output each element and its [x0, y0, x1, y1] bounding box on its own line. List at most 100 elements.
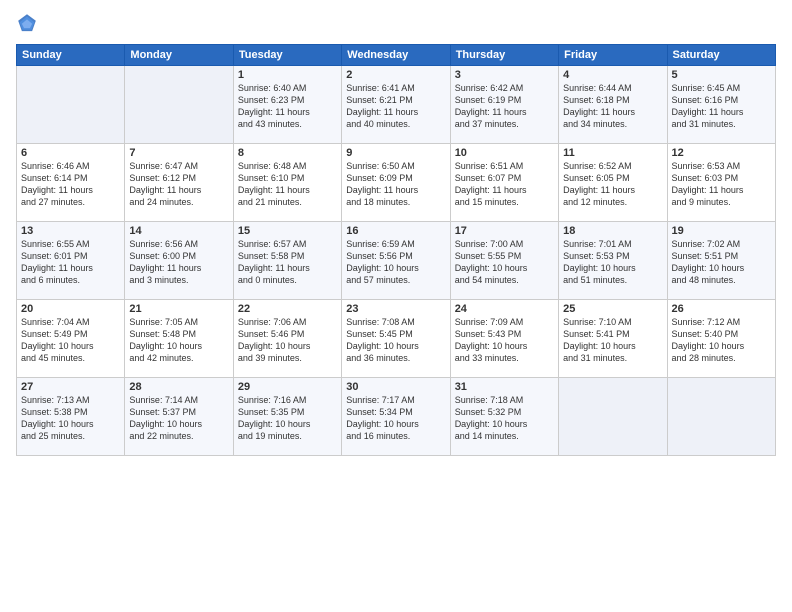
cell-text: Sunrise: 6:41 AMSunset: 6:21 PMDaylight:…: [346, 82, 445, 131]
cell-text: Sunrise: 7:02 AMSunset: 5:51 PMDaylight:…: [672, 238, 771, 287]
calendar-cell: 23Sunrise: 7:08 AMSunset: 5:45 PMDayligh…: [342, 300, 450, 378]
calendar-cell: 10Sunrise: 6:51 AMSunset: 6:07 PMDayligh…: [450, 144, 558, 222]
page: SundayMondayTuesdayWednesdayThursdayFrid…: [0, 0, 792, 612]
day-number: 1: [238, 69, 337, 81]
day-number: 25: [563, 303, 662, 315]
calendar-cell: 22Sunrise: 7:06 AMSunset: 5:46 PMDayligh…: [233, 300, 341, 378]
cell-text: Sunrise: 7:01 AMSunset: 5:53 PMDaylight:…: [563, 238, 662, 287]
day-number: 18: [563, 225, 662, 237]
calendar: SundayMondayTuesdayWednesdayThursdayFrid…: [16, 44, 776, 456]
cell-text: Sunrise: 6:52 AMSunset: 6:05 PMDaylight:…: [563, 160, 662, 209]
weekday-header-monday: Monday: [125, 45, 233, 66]
cell-text: Sunrise: 7:04 AMSunset: 5:49 PMDaylight:…: [21, 316, 120, 365]
day-number: 24: [455, 303, 554, 315]
calendar-cell: 29Sunrise: 7:16 AMSunset: 5:35 PMDayligh…: [233, 378, 341, 456]
cell-text: Sunrise: 6:44 AMSunset: 6:18 PMDaylight:…: [563, 82, 662, 131]
day-number: 22: [238, 303, 337, 315]
cell-text: Sunrise: 6:48 AMSunset: 6:10 PMDaylight:…: [238, 160, 337, 209]
day-number: 3: [455, 69, 554, 81]
day-number: 31: [455, 381, 554, 393]
cell-text: Sunrise: 6:40 AMSunset: 6:23 PMDaylight:…: [238, 82, 337, 131]
weekday-header-thursday: Thursday: [450, 45, 558, 66]
calendar-cell: 7Sunrise: 6:47 AMSunset: 6:12 PMDaylight…: [125, 144, 233, 222]
weekday-header-friday: Friday: [559, 45, 667, 66]
day-number: 11: [563, 147, 662, 159]
calendar-cell: 25Sunrise: 7:10 AMSunset: 5:41 PMDayligh…: [559, 300, 667, 378]
day-number: 12: [672, 147, 771, 159]
cell-text: Sunrise: 7:17 AMSunset: 5:34 PMDaylight:…: [346, 394, 445, 443]
calendar-cell: 15Sunrise: 6:57 AMSunset: 5:58 PMDayligh…: [233, 222, 341, 300]
weekday-header-saturday: Saturday: [667, 45, 775, 66]
day-number: 4: [563, 69, 662, 81]
day-number: 10: [455, 147, 554, 159]
calendar-cell: 12Sunrise: 6:53 AMSunset: 6:03 PMDayligh…: [667, 144, 775, 222]
calendar-cell: 17Sunrise: 7:00 AMSunset: 5:55 PMDayligh…: [450, 222, 558, 300]
cell-text: Sunrise: 6:57 AMSunset: 5:58 PMDaylight:…: [238, 238, 337, 287]
cell-text: Sunrise: 7:14 AMSunset: 5:37 PMDaylight:…: [129, 394, 228, 443]
calendar-cell: 3Sunrise: 6:42 AMSunset: 6:19 PMDaylight…: [450, 66, 558, 144]
week-row-4: 20Sunrise: 7:04 AMSunset: 5:49 PMDayligh…: [17, 300, 776, 378]
day-number: 14: [129, 225, 228, 237]
calendar-cell: 2Sunrise: 6:41 AMSunset: 6:21 PMDaylight…: [342, 66, 450, 144]
week-row-2: 6Sunrise: 6:46 AMSunset: 6:14 PMDaylight…: [17, 144, 776, 222]
weekday-header-tuesday: Tuesday: [233, 45, 341, 66]
calendar-cell: [125, 66, 233, 144]
calendar-cell: 6Sunrise: 6:46 AMSunset: 6:14 PMDaylight…: [17, 144, 125, 222]
day-number: 15: [238, 225, 337, 237]
cell-text: Sunrise: 7:06 AMSunset: 5:46 PMDaylight:…: [238, 316, 337, 365]
calendar-cell: 19Sunrise: 7:02 AMSunset: 5:51 PMDayligh…: [667, 222, 775, 300]
day-number: 16: [346, 225, 445, 237]
calendar-cell: [667, 378, 775, 456]
cell-text: Sunrise: 7:09 AMSunset: 5:43 PMDaylight:…: [455, 316, 554, 365]
weekday-header-row: SundayMondayTuesdayWednesdayThursdayFrid…: [17, 45, 776, 66]
day-number: 5: [672, 69, 771, 81]
logo-icon: [16, 12, 38, 34]
calendar-cell: 5Sunrise: 6:45 AMSunset: 6:16 PMDaylight…: [667, 66, 775, 144]
day-number: 20: [21, 303, 120, 315]
calendar-cell: 18Sunrise: 7:01 AMSunset: 5:53 PMDayligh…: [559, 222, 667, 300]
day-number: 29: [238, 381, 337, 393]
calendar-cell: [559, 378, 667, 456]
day-number: 8: [238, 147, 337, 159]
cell-text: Sunrise: 6:59 AMSunset: 5:56 PMDaylight:…: [346, 238, 445, 287]
cell-text: Sunrise: 6:47 AMSunset: 6:12 PMDaylight:…: [129, 160, 228, 209]
cell-text: Sunrise: 7:18 AMSunset: 5:32 PMDaylight:…: [455, 394, 554, 443]
day-number: 23: [346, 303, 445, 315]
day-number: 9: [346, 147, 445, 159]
day-number: 21: [129, 303, 228, 315]
calendar-cell: 27Sunrise: 7:13 AMSunset: 5:38 PMDayligh…: [17, 378, 125, 456]
cell-text: Sunrise: 6:51 AMSunset: 6:07 PMDaylight:…: [455, 160, 554, 209]
cell-text: Sunrise: 7:00 AMSunset: 5:55 PMDaylight:…: [455, 238, 554, 287]
calendar-cell: 8Sunrise: 6:48 AMSunset: 6:10 PMDaylight…: [233, 144, 341, 222]
weekday-header-wednesday: Wednesday: [342, 45, 450, 66]
calendar-cell: 1Sunrise: 6:40 AMSunset: 6:23 PMDaylight…: [233, 66, 341, 144]
calendar-cell: 20Sunrise: 7:04 AMSunset: 5:49 PMDayligh…: [17, 300, 125, 378]
day-number: 19: [672, 225, 771, 237]
calendar-cell: 9Sunrise: 6:50 AMSunset: 6:09 PMDaylight…: [342, 144, 450, 222]
calendar-cell: 21Sunrise: 7:05 AMSunset: 5:48 PMDayligh…: [125, 300, 233, 378]
cell-text: Sunrise: 6:46 AMSunset: 6:14 PMDaylight:…: [21, 160, 120, 209]
calendar-cell: 30Sunrise: 7:17 AMSunset: 5:34 PMDayligh…: [342, 378, 450, 456]
calendar-cell: [17, 66, 125, 144]
cell-text: Sunrise: 7:13 AMSunset: 5:38 PMDaylight:…: [21, 394, 120, 443]
calendar-cell: 4Sunrise: 6:44 AMSunset: 6:18 PMDaylight…: [559, 66, 667, 144]
day-number: 27: [21, 381, 120, 393]
calendar-cell: 24Sunrise: 7:09 AMSunset: 5:43 PMDayligh…: [450, 300, 558, 378]
cell-text: Sunrise: 7:10 AMSunset: 5:41 PMDaylight:…: [563, 316, 662, 365]
day-number: 28: [129, 381, 228, 393]
calendar-cell: 31Sunrise: 7:18 AMSunset: 5:32 PMDayligh…: [450, 378, 558, 456]
calendar-cell: 28Sunrise: 7:14 AMSunset: 5:37 PMDayligh…: [125, 378, 233, 456]
day-number: 13: [21, 225, 120, 237]
cell-text: Sunrise: 6:42 AMSunset: 6:19 PMDaylight:…: [455, 82, 554, 131]
day-number: 26: [672, 303, 771, 315]
week-row-1: 1Sunrise: 6:40 AMSunset: 6:23 PMDaylight…: [17, 66, 776, 144]
week-row-3: 13Sunrise: 6:55 AMSunset: 6:01 PMDayligh…: [17, 222, 776, 300]
calendar-cell: 26Sunrise: 7:12 AMSunset: 5:40 PMDayligh…: [667, 300, 775, 378]
cell-text: Sunrise: 6:56 AMSunset: 6:00 PMDaylight:…: [129, 238, 228, 287]
calendar-cell: 16Sunrise: 6:59 AMSunset: 5:56 PMDayligh…: [342, 222, 450, 300]
day-number: 30: [346, 381, 445, 393]
day-number: 17: [455, 225, 554, 237]
logo: [16, 12, 42, 34]
weekday-header-sunday: Sunday: [17, 45, 125, 66]
cell-text: Sunrise: 6:53 AMSunset: 6:03 PMDaylight:…: [672, 160, 771, 209]
